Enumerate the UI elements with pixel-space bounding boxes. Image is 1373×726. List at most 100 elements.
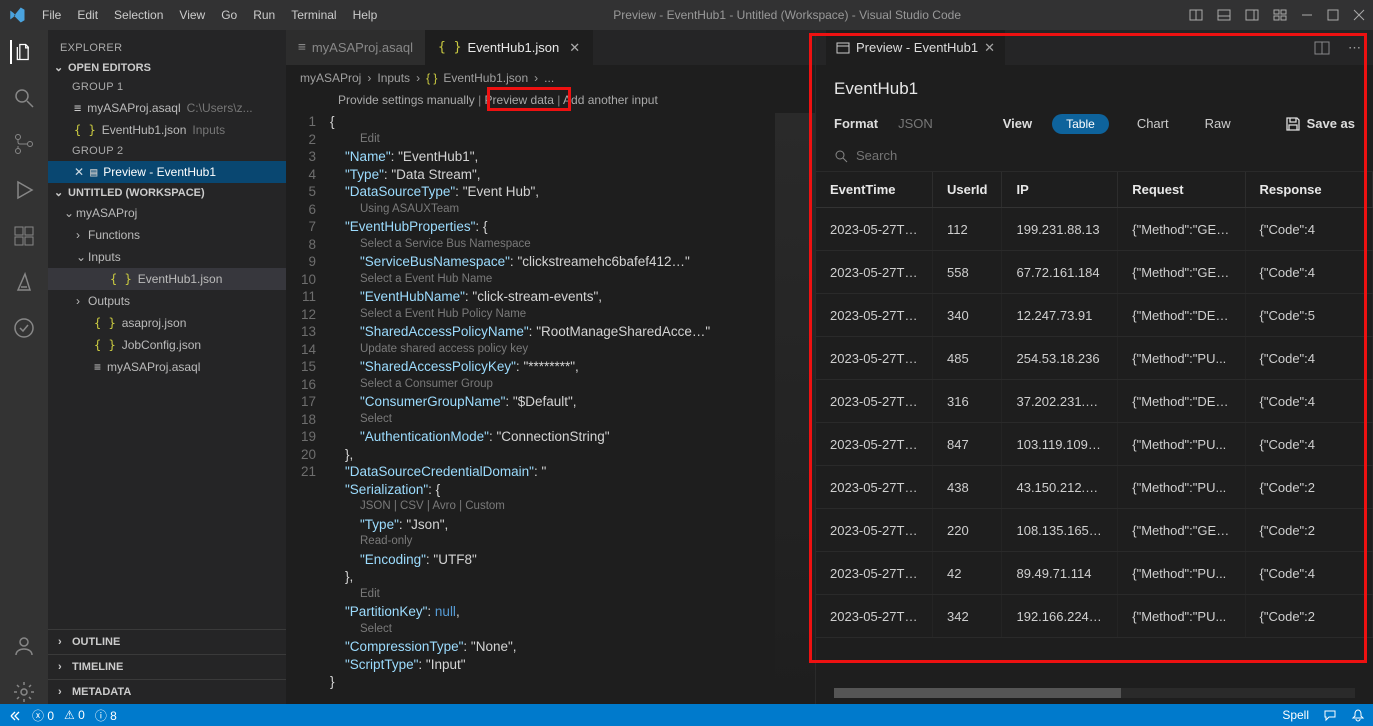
minimap[interactable] [775,113,815,704]
tree-item[interactable]: ⌄myASAProj [48,202,286,224]
menu-terminal[interactable]: Terminal [283,8,344,22]
table-row[interactable]: 2023-05-27T04:...55867.72.161.184{"Metho… [816,251,1373,294]
tree-item[interactable]: { }JobConfig.json [48,334,286,356]
save-icon [1285,116,1301,132]
preview-search[interactable] [816,144,1373,172]
tree-item[interactable]: ›Functions [48,224,286,246]
group-1-label: GROUP 1 [48,77,286,97]
open-editor-item[interactable]: ≡myASAProj.asaqlC:\Users\z... [48,97,286,119]
table-row[interactable]: 2023-05-27T04:...43843.150.212.143{"Meth… [816,466,1373,509]
preview-toolbar: Format JSON View Table Chart Raw Save as [816,109,1373,144]
column-header[interactable]: Request [1118,172,1245,208]
table-row[interactable]: 2023-05-27T04:...4289.49.71.114{"Method"… [816,552,1373,595]
tree-item[interactable]: ≡myASAProj.asaql [48,356,286,378]
column-header[interactable]: EventTime [816,172,933,208]
menu-view[interactable]: View [171,8,213,22]
outline-section[interactable]: ›OUTLINE [48,629,286,654]
open-editor-item[interactable]: ✕▤Preview - EventHub1 [48,161,286,183]
run-debug-icon[interactable] [12,178,36,202]
account-icon[interactable] [12,634,36,658]
close-window-icon[interactable] [1353,9,1365,21]
spell-status[interactable]: Spell [1282,708,1309,722]
explorer-icon[interactable] [10,40,34,64]
open-editor-item[interactable]: { }EventHub1.jsonInputs [48,119,286,141]
column-header[interactable]: IP [1002,172,1118,208]
preview-icon [836,41,850,55]
title-bar: FileEditSelectionViewGoRunTerminalHelp P… [0,0,1373,30]
tree-item[interactable]: { }asaproj.json [48,312,286,334]
table-row[interactable]: 2023-05-27T04:...31637.202.231.130{"Meth… [816,380,1373,423]
save-as-button[interactable]: Save as [1285,116,1355,132]
timeline-section[interactable]: ›TIMELINE [48,654,286,679]
add-input-action[interactable]: Add another input [563,93,658,107]
search-icon [834,149,848,163]
maximize-icon[interactable] [1327,9,1339,21]
editor-tabs: ≡myASAProj.asaql{ }EventHub1.json✕ [286,30,815,65]
table-row[interactable]: 2023-05-27T04:...847103.119.109.222{"Met… [816,423,1373,466]
table-row[interactable]: 2023-05-27T04:...34012.247.73.91{"Method… [816,294,1373,337]
view-chart-button[interactable]: Chart [1129,113,1177,134]
menu-run[interactable]: Run [245,8,283,22]
tree-item[interactable]: { }EventHub1.json [48,268,286,290]
view-raw-button[interactable]: Raw [1197,113,1239,134]
table-row[interactable]: 2023-05-27T04:...112199.231.88.13{"Metho… [816,208,1373,251]
search-icon[interactable] [12,86,36,110]
horizontal-scrollbar[interactable] [834,688,1355,698]
editor-area: ≡myASAProj.asaql{ }EventHub1.json✕ myASA… [286,30,1373,704]
layout-right-icon[interactable] [1245,8,1259,22]
bell-icon[interactable] [1351,708,1365,722]
status-warnings[interactable]: ⚠ 0 [64,708,85,722]
minimize-icon[interactable] [1301,9,1313,21]
open-editors-section[interactable]: ⌄OPEN EDITORS [48,58,286,77]
workspace-section[interactable]: ⌄UNTITLED (WORKSPACE) [48,183,286,202]
feedback-icon[interactable] [1323,708,1337,722]
view-table-button[interactable]: Table [1052,114,1109,134]
layout-panel-icon[interactable] [1217,8,1231,22]
table-header-row: EventTimeUserIdIPRequestResponse [816,172,1373,208]
layout-grid-icon[interactable] [1273,8,1287,22]
tree-item[interactable]: ⌄Inputs [48,246,286,268]
extensions-icon[interactable] [12,224,36,248]
status-info[interactable]: ⓘ 8 [95,707,117,724]
tree-item[interactable]: ›Outputs [48,290,286,312]
menu-help[interactable]: Help [345,8,386,22]
menu-selection[interactable]: Selection [106,8,171,22]
editor-tab[interactable]: ≡myASAProj.asaql [286,30,426,65]
codelens-actions: Provide settings manually | Preview data… [286,91,815,113]
breadcrumb[interactable]: myASAProj › Inputs › { }EventHub1.json ›… [286,65,815,91]
metadata-section[interactable]: ›METADATA [48,679,286,704]
column-header[interactable]: Response [1245,172,1372,208]
azure-icon[interactable] [12,270,36,294]
vscode-logo-icon [8,6,26,24]
table-row[interactable]: 2023-05-27T04:...220108.135.165.26{"Meth… [816,509,1373,552]
code-editor-group: ≡myASAProj.asaql{ }EventHub1.json✕ myASA… [286,30,816,704]
menu-go[interactable]: Go [213,8,245,22]
editor-tab[interactable]: { }EventHub1.json✕ [426,30,593,65]
testing-icon[interactable] [12,316,36,340]
menu-file[interactable]: File [34,8,69,22]
menu-edit[interactable]: Edit [69,8,106,22]
settings-gear-icon[interactable] [12,680,36,704]
layout-icon[interactable] [1189,8,1203,22]
column-header[interactable]: UserId [933,172,1002,208]
provide-settings-action[interactable]: Provide settings manually [338,93,475,107]
status-errors[interactable]: ⓧ 0 [32,707,54,724]
remote-icon[interactable] [8,708,22,722]
preview-tab[interactable]: Preview - EventHub1 ✕ [826,30,1005,65]
code-editor[interactable]: 123456789101112131415161718192021 {Edit … [286,113,815,704]
close-icon[interactable]: ✕ [569,40,580,56]
window-controls [1189,8,1365,22]
source-control-icon[interactable] [12,132,36,156]
view-label: View [1003,116,1032,131]
preview-data-action[interactable]: Preview data [485,93,554,107]
explorer-title: EXPLORER [48,38,286,58]
split-editor-icon[interactable] [1314,40,1330,56]
search-input[interactable] [856,148,1355,163]
format-value[interactable]: JSON [898,116,933,131]
table-row[interactable]: 2023-05-27T04:...342192.166.224.230{"Met… [816,595,1373,638]
more-actions-icon[interactable]: ⋯ [1348,40,1363,56]
format-label: Format [834,116,878,131]
table-row[interactable]: 2023-05-27T04:...485254.53.18.236{"Metho… [816,337,1373,380]
status-bar: ⓧ 0 ⚠ 0 ⓘ 8 Spell [0,704,1373,726]
close-icon[interactable]: ✕ [984,40,995,56]
